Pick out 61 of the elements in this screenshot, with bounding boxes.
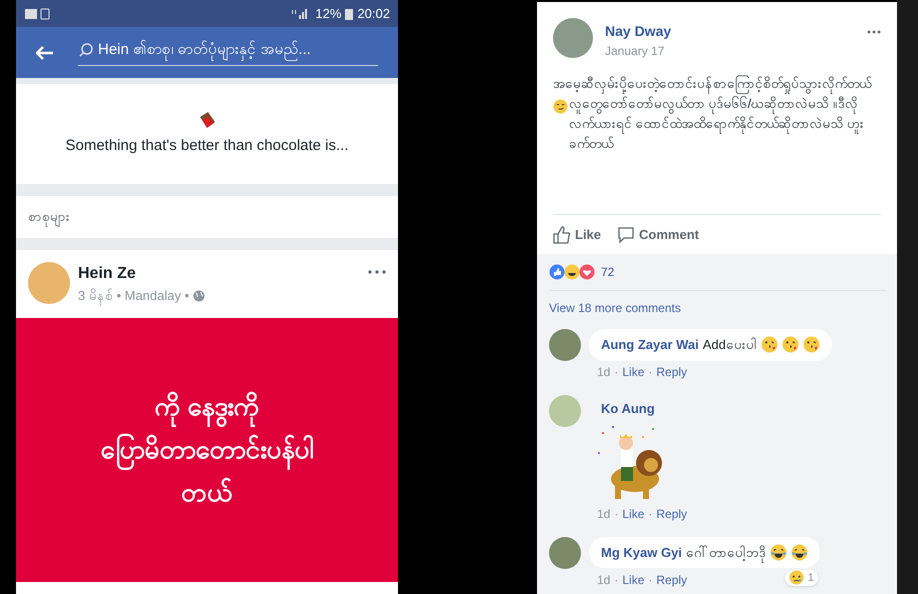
separator-dot: · [648, 506, 652, 522]
comment-text: ဂေါ်တာပေါ့ဘဒို [686, 542, 766, 562]
thumbs-up-icon [553, 226, 571, 244]
reaction-count[interactable]: 72 [601, 263, 614, 281]
back-arrow-icon[interactable] [36, 46, 54, 60]
separator-dot: · [614, 506, 618, 522]
comment-text: Addပေးပါ [702, 336, 757, 354]
smirking-face-icon [553, 99, 568, 114]
separator-dot: · [614, 572, 618, 588]
comment-time: 1d [597, 364, 610, 381]
like-link[interactable]: Like [622, 570, 644, 588]
comment-author[interactable]: Ko Aung [601, 399, 667, 418]
like-link[interactable]: Like [622, 504, 644, 522]
comment-author[interactable]: Mg Kyaw Gyi [601, 542, 682, 562]
author-name[interactable]: Nay Dway [605, 21, 855, 42]
search-field[interactable]: Hein ၏စာစု၊ ဓာတ်ပုံများနှင့် အမည်... [78, 38, 378, 66]
kissing-face-icon [802, 336, 820, 354]
battery-icon [345, 8, 354, 20]
avatar [549, 329, 581, 361]
author-name[interactable]: Hein Ze [78, 262, 360, 286]
reaction-icons[interactable] [549, 264, 597, 280]
post-text: လူတွေတော်တော်မလွယ်တာ ပုဒ်မ၆၆/ဃဆိုတာလဲမသိ ။ဒီလိုလက်ယားရင် ထောင်ထဲအထိရောက်နိုင်တယ်ဆိုတာလဲမသိ ဟူးခက်တယ် [569, 95, 866, 153]
post-meta: 3 မိနစ် • Mandalay • [78, 286, 190, 306]
reply-link[interactable]: Reply [656, 504, 688, 522]
comment-author[interactable]: Aung Zayar Wai [601, 335, 699, 354]
prompt-text: Something that's better than chocolate is... [65, 136, 349, 156]
search-icon [78, 42, 94, 58]
view-more-comments-link[interactable]: View 18 more comments [549, 299, 885, 317]
like-link[interactable]: Like [622, 363, 644, 381]
battery-percent: 12% [315, 4, 342, 23]
reply-link[interactable]: Reply [656, 570, 688, 588]
reply-link[interactable]: Reply [656, 363, 688, 381]
kissing-face-icon [782, 336, 799, 354]
globe-icon [193, 290, 206, 302]
avatar [549, 536, 581, 568]
post-image-text: ပြောမိတာတောင်းပန်ပါ [100, 430, 314, 469]
kissing-face-icon [760, 336, 778, 354]
separator-dot: · [648, 572, 652, 588]
laughing-face-icon [770, 544, 787, 561]
laughing-face-icon [790, 544, 808, 561]
avatar [549, 395, 581, 427]
section-header: စာစုများ [16, 196, 398, 238]
chocolate-bar-icon [198, 110, 216, 131]
comment-button[interactable]: Comment [617, 224, 699, 244]
clock: 20:02 [357, 4, 390, 23]
comment-time: 1d [597, 506, 610, 522]
like-button[interactable]: Like [553, 224, 602, 244]
post-text: အမေ့ဆီလှမ်းပို့ပေးတဲ့တောင်းပန်စာကြောင့်စိတ်ရှုပ်သွားလိုက်တယ် [553, 74, 881, 94]
post-date: January 17 [605, 43, 666, 60]
more-options-icon[interactable] [867, 30, 881, 34]
reaction-badge[interactable]: 1 [784, 570, 818, 586]
post-image-text: တယ် [181, 476, 233, 509]
avatar [553, 18, 593, 58]
comment-time: 1d [597, 572, 610, 588]
speech-bubble-icon [617, 226, 636, 244]
post-image-text: ကို နေဒွးကို [154, 387, 260, 426]
separator-dot: · [614, 364, 618, 381]
crying-face-icon [788, 570, 804, 586]
separator-dot: · [648, 364, 652, 381]
more-options-icon[interactable] [368, 270, 386, 274]
avatar [28, 262, 70, 304]
